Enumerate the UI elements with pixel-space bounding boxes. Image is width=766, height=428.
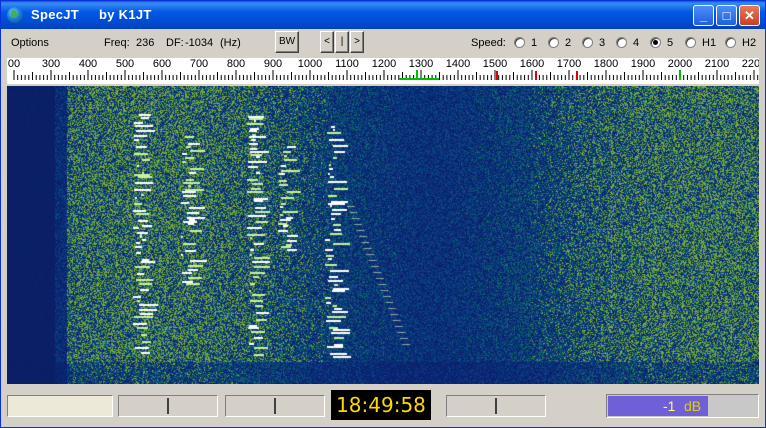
speed-radio-label: 3 xyxy=(599,37,606,49)
level-value: -1 xyxy=(663,398,676,414)
scale-label: 1300 xyxy=(408,58,434,70)
df-value: -1034 xyxy=(185,37,214,49)
speed-radio-4[interactable] xyxy=(616,37,627,48)
scale-label: 300 xyxy=(41,58,61,70)
waterfall-spectrogram xyxy=(7,86,759,384)
scale-label: 900 xyxy=(263,58,283,70)
scale-label: 1500 xyxy=(482,58,508,70)
scale-label: 1700 xyxy=(556,58,582,70)
close-button[interactable]: ✕ xyxy=(739,5,760,26)
slider-thumb[interactable] xyxy=(274,398,276,414)
status-field-1 xyxy=(7,395,113,417)
scale-label: 1900 xyxy=(630,58,656,70)
minimize-button[interactable]: _ xyxy=(693,5,714,26)
speed-radio-label: 4 xyxy=(633,37,640,49)
speed-radio-3[interactable] xyxy=(582,37,593,48)
scale-label: 2100 xyxy=(704,58,730,70)
speed-radio-label: H1 xyxy=(702,37,717,49)
globe-icon xyxy=(7,7,23,23)
options-menu[interactable]: Options xyxy=(11,37,49,49)
nav-right-button[interactable]: > xyxy=(350,31,364,53)
scale-label: 1600 xyxy=(519,58,545,70)
speed-radio-label: 1 xyxy=(531,37,538,49)
slider-thumb[interactable] xyxy=(167,398,169,414)
scale-label: 800 xyxy=(226,58,246,70)
waterfall-display[interactable] xyxy=(7,86,759,384)
slider-1[interactable] xyxy=(118,395,218,417)
scale-label: 400 xyxy=(78,58,98,70)
speed-radio-h1[interactable] xyxy=(685,37,696,48)
slider-3[interactable] xyxy=(446,395,546,417)
speed-radio-label: H2 xyxy=(742,37,757,49)
scale-label: 500 xyxy=(115,58,135,70)
window-subtitle: by K1JT xyxy=(99,7,152,22)
speed-radio-2[interactable] xyxy=(548,37,559,48)
speed-radio-5[interactable] xyxy=(650,37,661,48)
scale-label: 600 xyxy=(152,58,172,70)
nav-left-button[interactable]: < xyxy=(320,31,334,53)
level-meter: -1 dB xyxy=(608,396,708,416)
speed-radio-label: 2 xyxy=(565,37,572,49)
scale-label: 2200 xyxy=(741,58,759,70)
speed-radio-label: 5 xyxy=(667,37,674,49)
scale-label: 1800 xyxy=(593,58,619,70)
freq-value: 236 xyxy=(136,37,155,49)
scale-label: 00 xyxy=(7,58,21,70)
df-unit: (Hz) xyxy=(220,37,241,49)
close-icon: ✕ xyxy=(744,8,755,23)
scale-label: 1400 xyxy=(445,58,471,70)
control-bar: Options Freq: 236 DF: -1034 (Hz) BW < | … xyxy=(1,29,765,57)
minimize-icon: _ xyxy=(699,8,708,23)
frequency-scale[interactable]: 00 300 400 500 600 700 800 900 1000 1100 1200 1300 1… xyxy=(7,58,759,84)
freq-label: Freq: xyxy=(104,37,130,49)
utc-clock: 18:49:58 xyxy=(331,390,431,420)
maximize-icon: □ xyxy=(722,8,731,23)
title-bar[interactable]: SpecJT by K1JT _ □ ✕ xyxy=(1,1,765,29)
speed-label: Speed: xyxy=(471,37,506,49)
specjt-window: SpecJT by K1JT _ □ ✕ Options Freq: 236 D… xyxy=(0,0,766,428)
scale-label: 700 xyxy=(189,58,209,70)
scale-label: 1100 xyxy=(335,58,359,70)
scale-label: 1200 xyxy=(371,58,397,70)
speed-radio-h2[interactable] xyxy=(725,37,736,48)
scale-label: 2000 xyxy=(667,58,693,70)
bw-button[interactable]: BW xyxy=(275,31,299,53)
slider-thumb[interactable] xyxy=(495,398,497,414)
level-unit: dB xyxy=(684,398,702,414)
scale-label: 1000 xyxy=(297,58,323,70)
window-title: SpecJT xyxy=(31,7,80,22)
slider-2[interactable] xyxy=(225,395,325,417)
df-label: DF: xyxy=(166,37,184,49)
speed-radio-1[interactable] xyxy=(514,37,525,48)
maximize-button[interactable]: □ xyxy=(716,5,737,26)
nav-center-button[interactable]: | xyxy=(335,31,349,53)
